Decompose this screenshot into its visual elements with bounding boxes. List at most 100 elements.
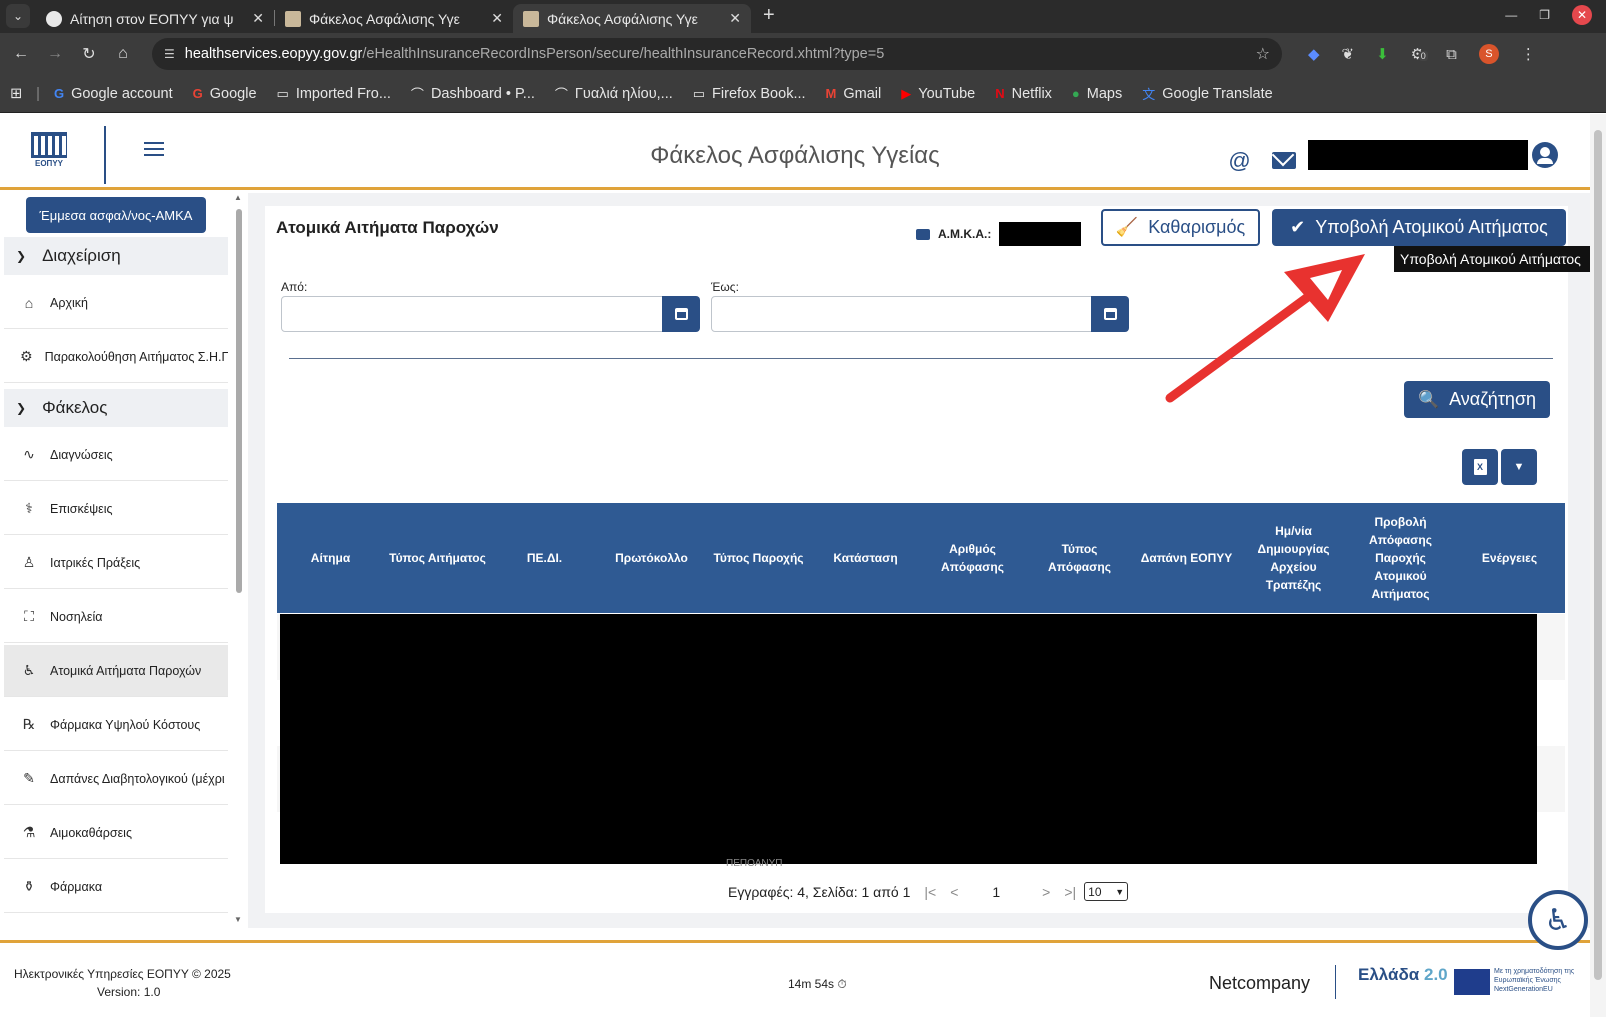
bookmark-imported[interactable]: ▭ Imported Fro... <box>277 86 391 102</box>
prev-page-icon[interactable]: < <box>950 884 958 900</box>
extension-badge-icon[interactable]: ⚙ 0 <box>1411 45 1428 63</box>
close-tab-icon[interactable]: ✕ <box>252 10 264 27</box>
page-scroll-thumb[interactable] <box>1594 130 1602 980</box>
minimize-icon[interactable]: — <box>1505 8 1517 22</box>
sidebar-item-visits[interactable]: ⚕ Επισκέψεις <box>4 483 228 535</box>
from-calendar-icon[interactable] <box>662 296 700 332</box>
extensions-puzzle-icon[interactable]: ⧉ <box>1446 46 1457 63</box>
submit-individual-request-button[interactable]: ✔ Υποβολή Ατομικού Αιτήματος <box>1272 209 1566 246</box>
col-status[interactable]: Κατάσταση <box>812 503 919 613</box>
indirect-insured-button[interactable]: Έμμεσα ασφαλ/νος-ΑΜΚΑ <box>26 197 206 233</box>
close-tab-icon[interactable]: ✕ <box>491 10 503 27</box>
bookmark-firefox[interactable]: ▭ Firefox Book... <box>693 86 806 102</box>
window-close-icon[interactable]: ✕ <box>1572 5 1592 25</box>
at-sign-icon[interactable]: @ <box>1228 148 1250 174</box>
col-decision-type[interactable]: Τύπος Απόφασης <box>1026 503 1133 613</box>
forward-icon[interactable]: → <box>38 45 72 63</box>
table-body-redacted <box>280 614 1537 864</box>
sidebar-scroll-thumb[interactable] <box>236 209 242 593</box>
bookmark-netflix[interactable]: N Netflix <box>995 86 1052 102</box>
bookmark-youtube[interactable]: ▶ YouTube <box>901 86 975 102</box>
back-icon[interactable]: ← <box>4 45 38 63</box>
user-name-redacted <box>1308 140 1528 170</box>
youtube-icon: ▶ <box>901 85 912 101</box>
col-decision-number[interactable]: Αριθμός Απόφασης <box>919 503 1026 613</box>
to-date-input[interactable] <box>711 296 1093 332</box>
pager-summary: Εγγραφές: 4, Σελίδα: 1 από 1 <box>728 883 911 900</box>
sidebar-item-dialysis[interactable]: ⚗ Αιμοκαθάρσεις <box>4 807 228 859</box>
scroll-up-icon[interactable]: ▲ <box>234 193 242 202</box>
dialysis-icon: ⚗ <box>22 824 36 840</box>
sidebar-section-folder[interactable]: ❯ Φάκελος <box>4 389 228 427</box>
extension-tag-icon[interactable]: ◆ <box>1308 45 1320 63</box>
sidebar-item-hospitalization[interactable]: ⛶ Νοσηλεία <box>4 591 228 643</box>
new-tab-icon[interactable]: + <box>763 4 775 27</box>
col-benefit-type[interactable]: Τύπος Παροχής <box>705 503 812 613</box>
sidebar-item-individual-requests[interactable]: ♿ Ατομικά Αιτήματα Παροχών <box>4 645 228 697</box>
bookmark-translate[interactable]: 文 Google Translate <box>1142 84 1272 103</box>
sidebar-item-request-tracking[interactable]: ⚙ Παρακολούθηση Αιτήματος Σ.Η.Π <box>4 331 228 383</box>
address-bar[interactable]: ☰ healthservices.eopyy.gov.gr/eHealthIns… <box>152 38 1282 70</box>
stopwatch-icon: ⏱ <box>837 977 847 991</box>
browser-tab-2[interactable]: Φάκελος Ασφάλισης Υγε ✕ <box>275 4 513 33</box>
col-pedi[interactable]: ΠΕ.ΔΙ. <box>491 503 598 613</box>
close-tab-icon[interactable]: ✕ <box>729 10 741 27</box>
mail-icon[interactable] <box>1272 152 1296 169</box>
extension-paw-icon[interactable]: ❦ <box>1342 45 1355 63</box>
apps-grid-icon[interactable]: ⊞ <box>10 86 22 102</box>
page-size-select[interactable]: 10 ▼ <box>1084 882 1129 901</box>
bookmark-dashboard[interactable]: ⌒ Dashboard • P... <box>411 84 535 103</box>
search-button[interactable]: 🔍 Αναζήτηση <box>1404 381 1550 418</box>
eu-funding-text: Με τη χρηματοδότηση της Ευρωπαϊκής Ένωση… <box>1494 968 1575 994</box>
col-request-type[interactable]: Τύπος Αιτήματος <box>384 503 491 613</box>
restore-icon[interactable]: ❐ <box>1539 8 1550 22</box>
browser-tab-3-active[interactable]: Φάκελος Ασφάλισης Υγε ✕ <box>513 4 751 33</box>
last-page-icon[interactable]: >| <box>1064 884 1076 900</box>
current-page[interactable]: 1 <box>992 884 1000 900</box>
user-circle-icon[interactable] <box>1532 142 1558 168</box>
scroll-down-icon[interactable]: ▼ <box>234 915 242 924</box>
to-calendar-icon[interactable] <box>1091 296 1129 332</box>
next-page-icon[interactable]: > <box>1042 884 1050 900</box>
google-icon: G <box>192 86 203 101</box>
sidebar-item-drugs[interactable]: ⚱ Φάρμακα <box>4 861 228 913</box>
sidebar-item-home[interactable]: ⌂ Αρχική <box>4 277 228 329</box>
page-scrollbar[interactable] <box>1590 114 1606 1017</box>
download-icon[interactable]: ⬇ <box>1376 45 1389 63</box>
amka-value-redacted <box>999 222 1082 246</box>
bookmark-google-account[interactable]: G Google account <box>54 86 173 102</box>
home-icon[interactable]: ⌂ <box>106 45 140 63</box>
from-date-input[interactable] <box>281 296 663 332</box>
bookmark-star-icon[interactable]: ☆ <box>1256 44 1270 64</box>
export-options-button[interactable]: ▼ <box>1501 449 1537 485</box>
sidebar-section-management[interactable]: ❯ Διαχείριση <box>4 237 228 275</box>
export-excel-button[interactable]: X <box>1462 449 1498 485</box>
col-protocol[interactable]: Πρωτόκολλο <box>598 503 705 613</box>
browser-menu-icon[interactable]: ⋮ <box>1521 45 1536 63</box>
sidebar-scrollbar[interactable]: ▲ ▼ <box>234 193 244 928</box>
first-page-icon[interactable]: |< <box>924 884 936 900</box>
sidebar-item-high-cost-drugs[interactable]: ℞ Φάρμακα Υψηλού Κόστους <box>4 699 228 751</box>
bookmark-google[interactable]: G Google <box>193 86 257 102</box>
site-info-icon[interactable]: ☰ <box>164 47 175 61</box>
accessibility-icon[interactable]: ♿ <box>1528 890 1588 950</box>
sidebar-item-medical-procedures[interactable]: ♙ Ιατρικές Πράξεις <box>4 537 228 589</box>
bookmark-gmail[interactable]: M Gmail <box>826 86 882 102</box>
sidebar-item-diagnoses[interactable]: ∿ Διαγνώσεις <box>4 429 228 481</box>
bookmark-sunglasses[interactable]: ⌒ Γυαλιά ηλίου,... <box>555 84 673 103</box>
greece-2-0-logo[interactable]: Ελλάδα 2.0 <box>1358 965 1448 985</box>
clear-button[interactable]: 🧹 Καθαρισμός <box>1101 209 1260 246</box>
sidebar-item-diabetic-expenses[interactable]: ✎ Δαπάνες Διαβητολογικού (μέχρι <box>4 753 228 805</box>
browser-tab-1[interactable]: Αίτηση στον ΕΟΠΥΥ για ψ ✕ <box>36 4 274 33</box>
col-view-decision[interactable]: Προβολή Απόφασης Παροχής Ατομικού Αιτήμα… <box>1347 503 1454 613</box>
col-bank-file-date[interactable]: Ημ/νία Δημιουργίας Αρχείου Τραπέζης <box>1240 503 1347 613</box>
profile-avatar[interactable]: S <box>1478 44 1499 64</box>
tab-search-menu-icon[interactable]: ⌄ <box>6 4 30 28</box>
col-request[interactable]: Αίτημα <box>277 503 384 613</box>
reload-icon[interactable]: ↻ <box>72 44 106 64</box>
bookmark-maps[interactable]: ● Maps <box>1072 86 1122 102</box>
tab-favicon-icon <box>285 10 301 27</box>
session-timer: 14m 54s ⏱ <box>788 977 847 991</box>
netcompany-logo[interactable]: Netcompany <box>1209 973 1310 994</box>
col-eopyy-cost[interactable]: Δαπάνη ΕΟΠΥΥ <box>1133 503 1240 613</box>
